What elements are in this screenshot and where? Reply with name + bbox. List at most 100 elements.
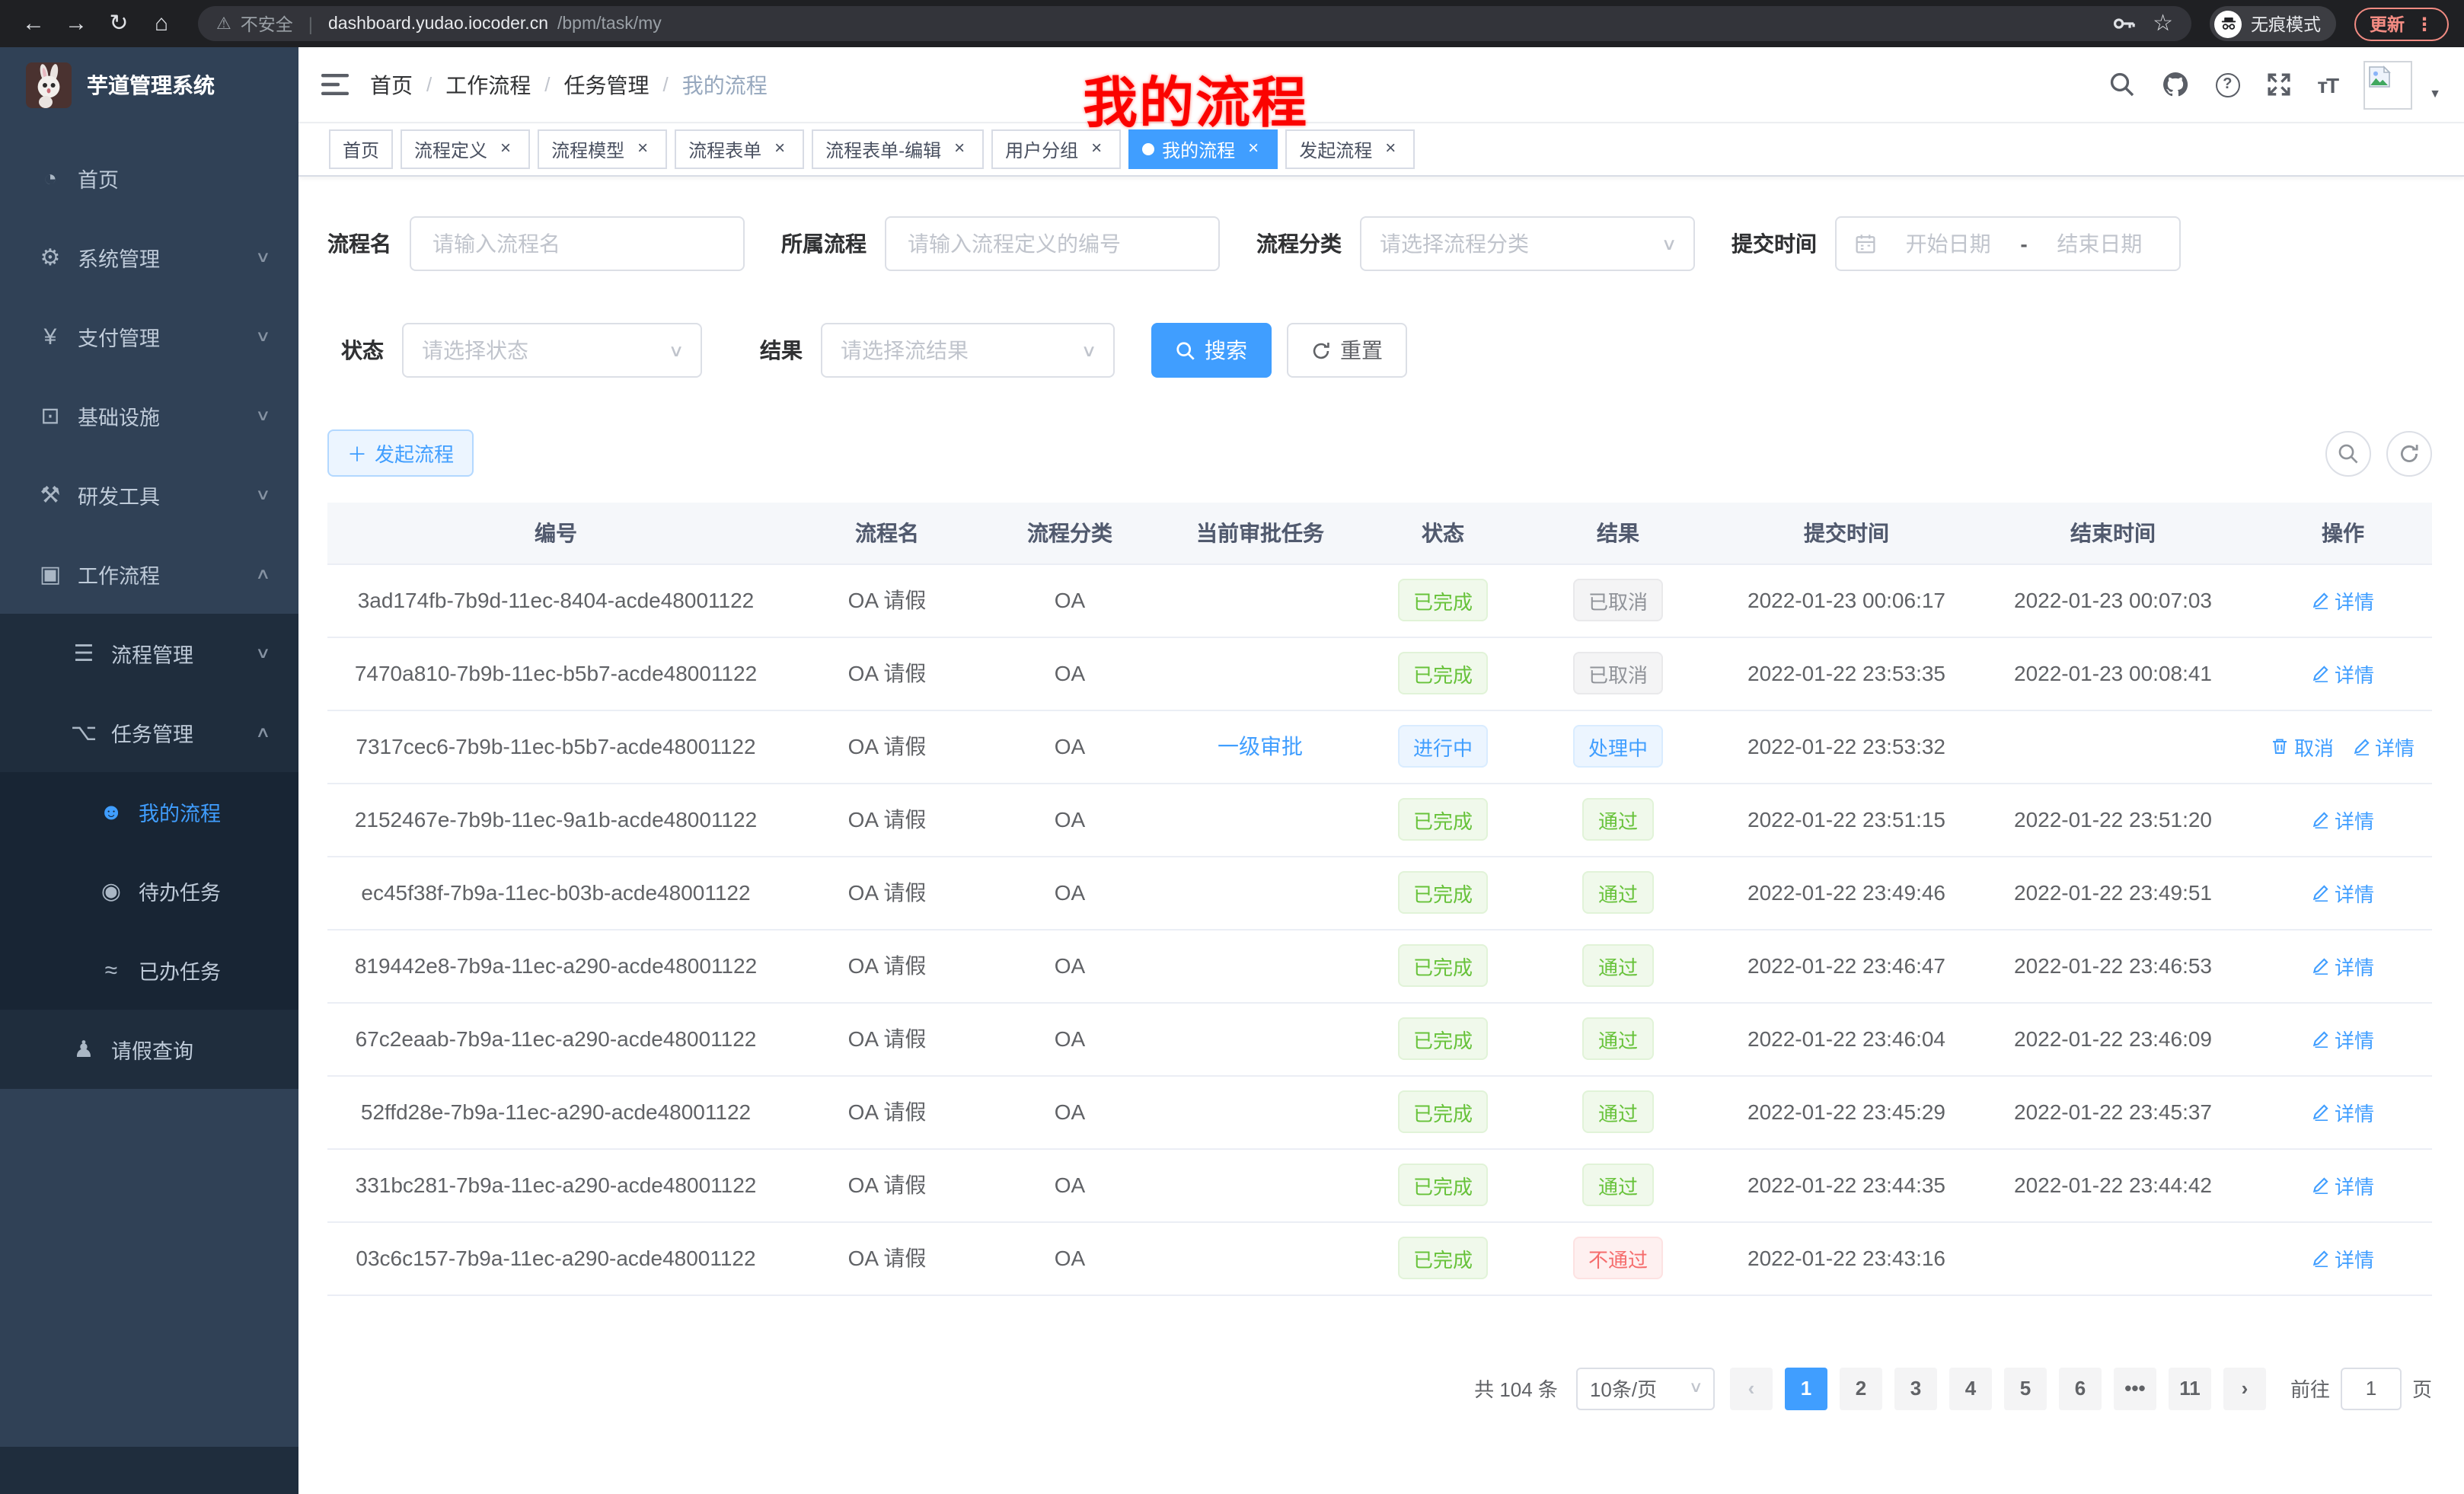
close-icon[interactable]: × [1380,139,1401,160]
create-process-button[interactable]: ＋ 发起流程 [327,429,474,477]
page-button[interactable]: 2 [1840,1367,1882,1409]
chevron-down-icon[interactable]: ▼ [2429,86,2441,109]
submit-time-range-picker[interactable]: 开始日期 - 结束日期 [1835,216,2181,271]
breadcrumb-item[interactable]: 首页 [370,69,413,100]
page-button[interactable]: 1 [1785,1367,1827,1409]
detail-link[interactable]: 详情 [2312,659,2374,688]
sidebar-item-leave-query[interactable]: ♟请假查询 [0,1010,298,1089]
close-icon[interactable]: × [949,139,970,160]
category-select[interactable]: 请选择流程分类 ∨ [1360,216,1695,271]
chevron-up-icon: ∧ [254,724,270,741]
search-icon[interactable] [2108,72,2134,97]
avatar[interactable] [2363,60,2412,109]
sidebar-item-dev-tools[interactable]: ⚒研发工具∨ [0,455,298,535]
cell-current-task [1150,1002,1371,1075]
sidebar-item-system[interactable]: ⚙系统管理∨ [0,218,298,297]
sidebar-item-task-management[interactable]: ⌥任务管理∧ [0,693,298,772]
page-button[interactable]: 4 [1949,1367,1992,1409]
github-icon[interactable] [2160,70,2189,99]
address-bar[interactable]: ⚠ 不安全 | dashboard.yudao.iocoder.cn/bpm/t… [198,6,2191,41]
reset-button[interactable]: 重置 [1287,323,1407,378]
browser-menu-icon[interactable]: ⋮ [2415,13,2434,34]
close-icon[interactable]: × [495,139,516,160]
close-icon[interactable]: × [1243,139,1264,160]
cell-end-time: 2022-01-22 23:45:37 [1972,1075,2254,1148]
cell-end-time: 2022-01-23 00:08:41 [1972,637,2254,710]
key-icon[interactable] [2111,12,2134,35]
incognito-badge: 无痕模式 [2210,6,2336,41]
reload-icon[interactable]: ↻ [101,0,137,47]
sidebar-item-workflow[interactable]: ▣工作流程∧ [0,535,298,614]
sidebar-item-my-processes[interactable]: ☻我的流程 [0,772,298,851]
start-date-placeholder[interactable]: 开始日期 [1887,228,2009,259]
tab-0[interactable]: 首页 [329,129,393,169]
detail-link[interactable]: 详情 [2312,1170,2374,1199]
sidebar-item-infrastructure[interactable]: ⊡基础设施∨ [0,376,298,455]
app-logo-row[interactable]: 芋道管理系统 [0,47,298,123]
sidebar-collapse-bar[interactable] [0,1447,298,1494]
cell-current-task [1150,929,1371,1002]
detail-link[interactable]: 详情 [2312,1097,2374,1126]
tab-5[interactable]: 用户分组× [991,129,1121,169]
sidebar-item-payment[interactable]: ¥支付管理∨ [0,297,298,376]
detail-link[interactable]: 详情 [2312,1243,2374,1272]
cell-end-time: 2022-01-22 23:44:42 [1972,1148,2254,1221]
update-button[interactable]: 更新 ⋮ [2354,7,2449,40]
detail-link[interactable]: 详情 [2312,1024,2374,1053]
tab-4[interactable]: 流程表单-编辑× [812,129,984,169]
prev-page-button[interactable]: ‹ [1730,1367,1773,1409]
close-icon[interactable]: × [769,139,790,160]
breadcrumb-item[interactable]: 工作流程 [445,69,531,100]
sidebar-toggle-icon[interactable] [321,73,349,96]
detail-link[interactable]: 详情 [2312,878,2374,907]
cancel-link[interactable]: 取消 [2271,732,2334,761]
tab-2[interactable]: 流程模型× [538,129,667,169]
sidebar-item-label: 待办任务 [139,876,221,906]
detail-link[interactable]: 详情 [2312,951,2374,980]
refresh-button[interactable] [2386,430,2432,476]
close-icon[interactable]: × [1086,139,1107,160]
cell-current-task: 一级审批 [1150,710,1371,783]
bookmark-star-icon[interactable]: ☆ [2153,0,2173,47]
detail-link[interactable]: 详情 [2312,586,2374,615]
cell-actions: 详情 [2254,783,2432,856]
page-ellipsis[interactable]: ••• [2114,1367,2156,1409]
tab-7[interactable]: 发起流程× [1285,129,1415,169]
goto-page-input[interactable] [2341,1367,2402,1409]
toggle-search-button[interactable] [2325,430,2371,476]
sidebar-item-todo-tasks[interactable]: ◉待办任务 [0,851,298,931]
cell-end-time [1972,1221,2254,1294]
help-icon[interactable]: ? [2215,72,2239,97]
detail-link[interactable]: 详情 [2312,805,2374,834]
home-icon[interactable]: ⌂ [143,0,180,47]
sidebar-item-process-management[interactable]: ☰流程管理∨ [0,614,298,693]
current-task-link[interactable]: 一级审批 [1218,734,1303,758]
status-select[interactable]: 请选择状态 ∨ [402,323,702,378]
page-size-select[interactable]: 10条/页 ∨ [1576,1367,1715,1409]
process-name-input[interactable] [410,216,745,271]
tab-6[interactable]: 我的流程× [1128,129,1278,169]
page-button[interactable]: 6 [2059,1367,2102,1409]
breadcrumb-item[interactable]: 任务管理 [564,69,650,100]
back-icon[interactable]: ← [15,0,52,47]
chevron-down-icon: ∨ [1688,1380,1703,1397]
result-select[interactable]: 请选择流结果 ∨ [821,323,1115,378]
forward-icon[interactable]: → [58,0,94,47]
page-button[interactable]: 11 [2169,1367,2211,1409]
search-button[interactable]: 搜索 [1151,323,1272,378]
font-size-icon[interactable]: тT [2317,72,2338,97]
table-row: 3ad174fb-7b9d-11ec-8404-acde48001122OA 请… [327,563,2432,637]
end-date-placeholder[interactable]: 结束日期 [2038,228,2161,259]
cell-actions: 详情 [2254,856,2432,929]
next-page-button[interactable]: › [2223,1367,2266,1409]
process-definition-input[interactable] [885,216,1220,271]
tab-1[interactable]: 流程定义× [401,129,530,169]
tab-3[interactable]: 流程表单× [675,129,804,169]
sidebar-item-home[interactable]: ◔首页 [0,139,298,218]
page-button[interactable]: 3 [1894,1367,1937,1409]
detail-link[interactable]: 详情 [2352,732,2415,761]
sidebar-item-done-tasks[interactable]: ≈已办任务 [0,931,298,1010]
fullscreen-icon[interactable] [2265,72,2291,97]
page-button[interactable]: 5 [2004,1367,2047,1409]
close-icon[interactable]: × [632,139,653,160]
